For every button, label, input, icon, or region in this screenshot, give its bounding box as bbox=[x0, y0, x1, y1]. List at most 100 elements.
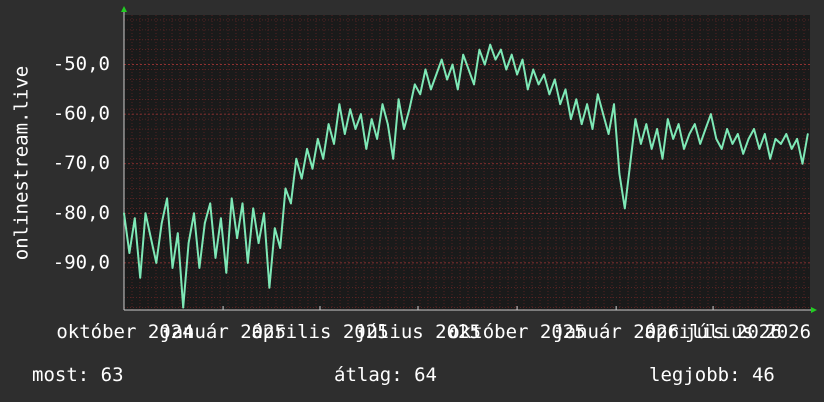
data-point bbox=[726, 128, 728, 130]
data-point bbox=[570, 118, 572, 120]
footer-current: most: 63 bbox=[32, 364, 124, 386]
data-point bbox=[203, 222, 206, 225]
data-point bbox=[386, 123, 389, 125]
data-point bbox=[279, 247, 282, 249]
data-point bbox=[430, 88, 432, 91]
data-point bbox=[408, 108, 411, 111]
data-point bbox=[586, 103, 588, 106]
data-point bbox=[403, 128, 405, 130]
data-point bbox=[785, 133, 788, 135]
data-point bbox=[160, 222, 163, 225]
data-point bbox=[634, 118, 637, 120]
data-point bbox=[613, 103, 615, 106]
data-point bbox=[300, 177, 303, 180]
data-point bbox=[413, 83, 416, 86]
data-point bbox=[720, 148, 723, 150]
data-point bbox=[252, 207, 255, 210]
data-point bbox=[354, 128, 357, 130]
data-point bbox=[731, 143, 734, 145]
data-point bbox=[629, 162, 632, 165]
data-point bbox=[193, 212, 195, 215]
data-point bbox=[462, 53, 465, 56]
data-point bbox=[548, 93, 551, 96]
data-point bbox=[176, 232, 179, 235]
y-axis-arrow bbox=[121, 6, 127, 12]
data-point bbox=[532, 68, 535, 71]
data-point bbox=[526, 88, 529, 91]
data-point bbox=[171, 267, 174, 269]
data-point bbox=[790, 148, 793, 150]
data-point bbox=[591, 128, 594, 130]
data-point bbox=[521, 58, 524, 61]
data-point bbox=[602, 113, 605, 116]
data-point bbox=[290, 202, 292, 205]
data-point bbox=[295, 157, 298, 160]
y-tick-label: -60,0 bbox=[53, 103, 110, 125]
data-point bbox=[440, 58, 443, 61]
data-point bbox=[327, 123, 330, 125]
data-point bbox=[284, 187, 287, 190]
data-point bbox=[796, 138, 798, 140]
data-point bbox=[241, 202, 244, 205]
data-point bbox=[688, 133, 691, 135]
data-point bbox=[650, 148, 653, 150]
data-point bbox=[273, 227, 276, 230]
data-point bbox=[220, 217, 222, 220]
data-point bbox=[198, 267, 201, 269]
data-point bbox=[338, 103, 341, 106]
data-point bbox=[483, 63, 486, 66]
data-point bbox=[618, 172, 621, 175]
data-point bbox=[446, 78, 448, 81]
data-point bbox=[801, 162, 804, 165]
data-point bbox=[575, 98, 578, 101]
data-point bbox=[494, 58, 497, 61]
data-point bbox=[133, 217, 136, 220]
data-point bbox=[699, 143, 702, 145]
data-point bbox=[360, 113, 362, 116]
data-point bbox=[246, 262, 249, 264]
data-point bbox=[693, 123, 696, 125]
data-point bbox=[640, 143, 642, 145]
data-point bbox=[209, 202, 212, 205]
data-point bbox=[623, 207, 626, 210]
data-point bbox=[166, 197, 169, 200]
data-point bbox=[456, 88, 459, 91]
data-point bbox=[381, 103, 384, 106]
data-point bbox=[397, 98, 400, 101]
y-tick-labels: -50,0 -60,0 -70,0 -80,0 -90,0 bbox=[53, 53, 110, 273]
data-point bbox=[230, 197, 233, 200]
data-point bbox=[742, 152, 745, 155]
x-tick-label: július 2026 bbox=[685, 321, 811, 343]
data-point bbox=[607, 133, 610, 135]
data-point bbox=[769, 157, 772, 160]
data-point bbox=[144, 212, 147, 215]
y-tick-label: -90,0 bbox=[53, 251, 110, 273]
data-point bbox=[543, 73, 545, 76]
data-point bbox=[139, 276, 142, 279]
data-point bbox=[516, 73, 518, 76]
footer-best: legjobb: 46 bbox=[649, 364, 775, 386]
data-point bbox=[424, 68, 427, 71]
data-point bbox=[780, 143, 782, 145]
y-tick-label: -80,0 bbox=[53, 202, 110, 224]
data-point bbox=[683, 148, 685, 150]
data-point bbox=[537, 83, 540, 86]
data-point bbox=[257, 242, 260, 245]
data-point bbox=[467, 68, 470, 71]
data-point bbox=[666, 118, 669, 120]
footer-average: átlag: 64 bbox=[334, 364, 437, 386]
data-point bbox=[365, 148, 368, 150]
data-point bbox=[505, 68, 508, 71]
data-point bbox=[489, 43, 492, 46]
data-point bbox=[473, 83, 475, 86]
data-point bbox=[236, 237, 239, 240]
data-point bbox=[376, 138, 378, 140]
data-point bbox=[736, 133, 739, 135]
data-point bbox=[451, 63, 454, 66]
y-tick-label: -70,0 bbox=[53, 152, 110, 174]
data-point bbox=[128, 252, 131, 254]
data-point bbox=[306, 148, 308, 150]
x-axis-arrow bbox=[811, 307, 817, 313]
data-point bbox=[333, 143, 335, 145]
data-point bbox=[510, 53, 513, 56]
